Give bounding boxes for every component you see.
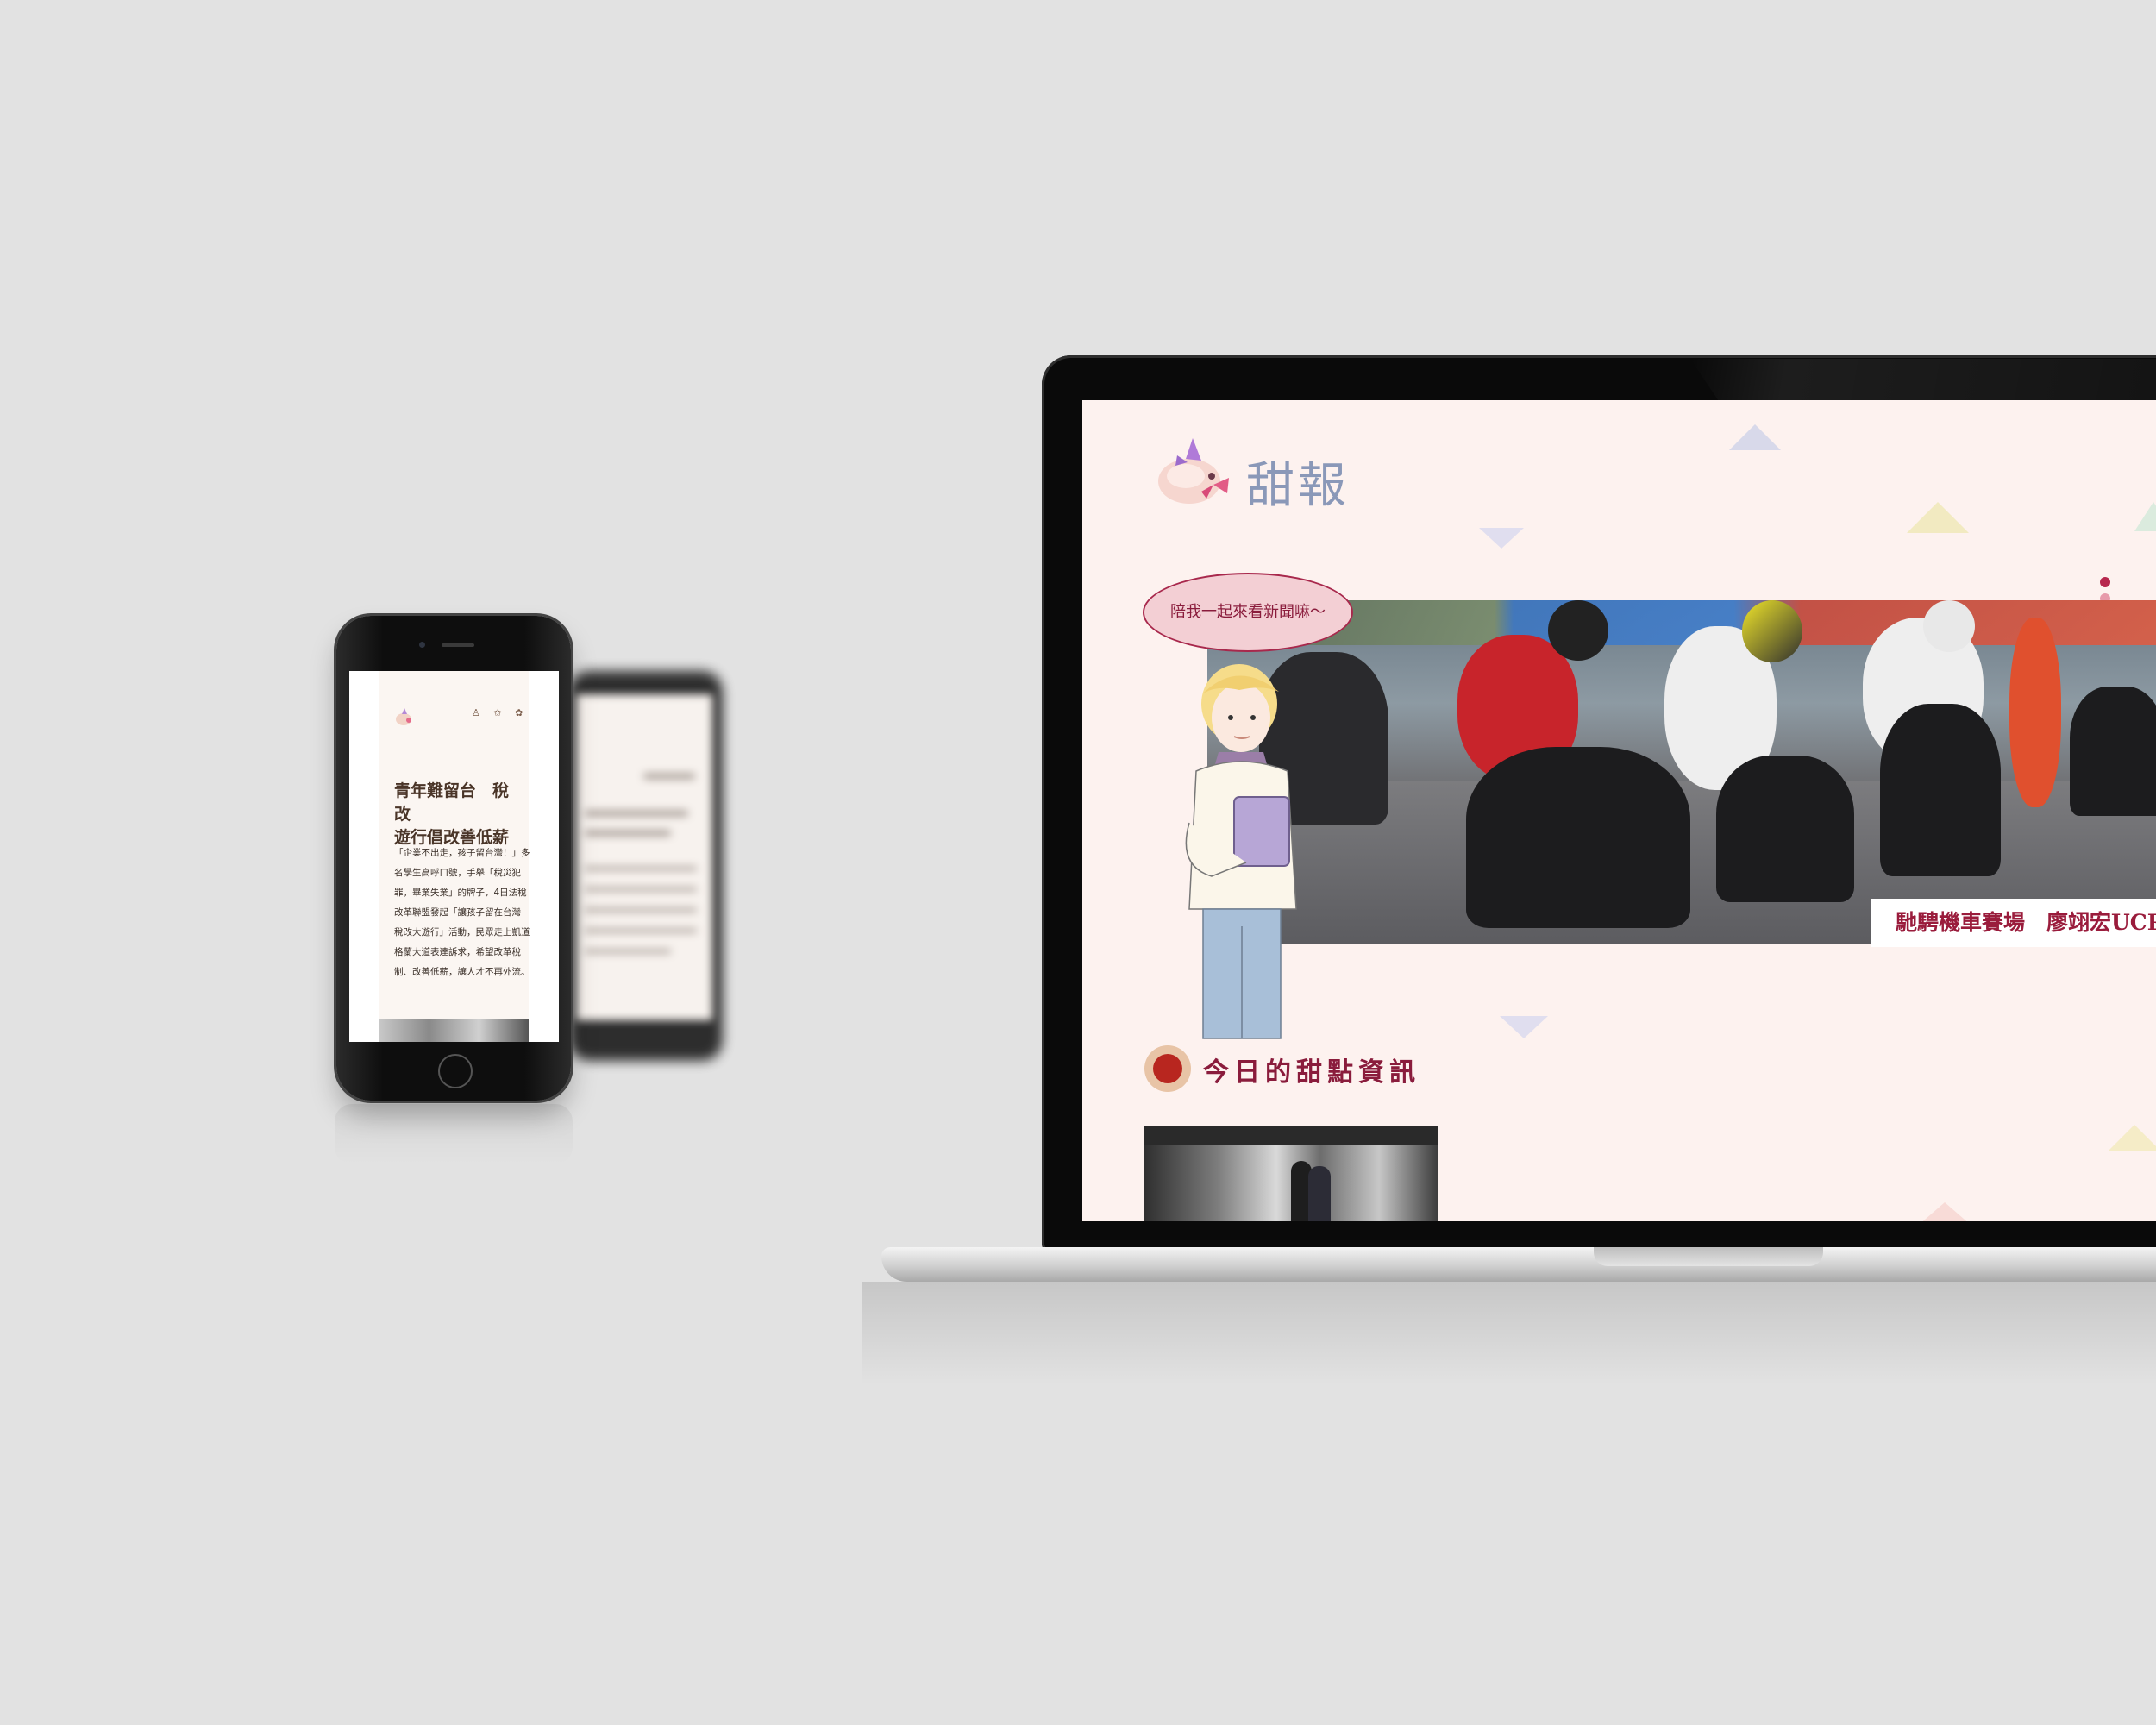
brand-title[interactable]: 甜報 <box>1246 447 1350 517</box>
cookie-jam-icon <box>1153 1054 1182 1083</box>
hero-carousel-image[interactable] <box>1207 600 2156 944</box>
carousel-dot-active[interactable] <box>2100 577 2110 587</box>
news-thumbnail[interactable] <box>1144 1126 1438 1221</box>
section-title: 今日的甜點資訊 <box>1203 1057 1420 1088</box>
phone-screen: ♙ ✩ ✿ 青年難留台 稅改 遊行倡改善低薪 「企業不出走，孩子留台灣！」多名學… <box>349 671 559 1042</box>
speech-bubble: 陪我一起來看新聞嘛～ <box>1143 573 1353 652</box>
laptop-shadow <box>862 1282 2156 1385</box>
home-button[interactable] <box>438 1054 473 1088</box>
lid-glare <box>1690 359 2156 402</box>
logo-icon[interactable] <box>1151 431 1238 518</box>
phone-speaker <box>442 643 474 647</box>
mascot-character <box>1185 664 1297 1039</box>
laptop-opening-notch <box>1594 1247 1823 1266</box>
phone-reflection <box>335 1104 573 1164</box>
phone-logo-icon[interactable] <box>392 706 415 728</box>
hero-caption[interactable]: 馳騁機車賽場 廖翊宏UCRR奪 <box>1871 899 2156 947</box>
website-screen: 甜報 馳騁機車賽場 廖翊宏UCRR奪 <box>1082 400 2156 1221</box>
article-headline: 青年難留台 稅改 遊行倡改善低薪 <box>394 781 510 847</box>
phone-nav-icons[interactable]: ♙ ✩ ✿ <box>472 707 528 718</box>
phone-camera <box>419 642 425 648</box>
laptop-base <box>881 1247 2156 1282</box>
background-phone-screen <box>576 694 712 1020</box>
article-body: 「企業不出走，孩子留台灣！」多名學生高呼口號，手舉「稅災犯罪，畢業失業」的牌子，… <box>394 848 530 977</box>
article-photo <box>379 1019 529 1042</box>
